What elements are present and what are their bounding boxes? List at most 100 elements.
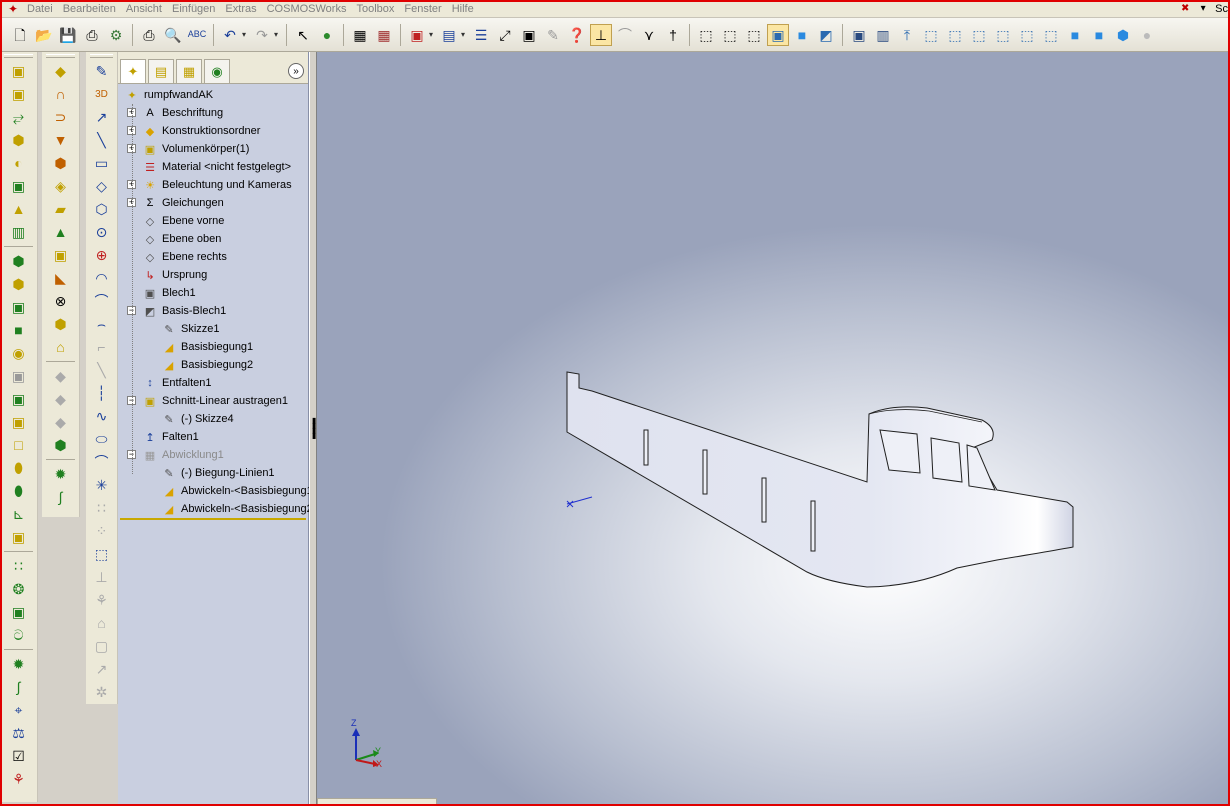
- dropdown-icon[interactable]: ▾: [1195, 2, 1211, 16]
- tile-icon[interactable]: ▦: [373, 24, 395, 46]
- zoom-fit-icon[interactable]: ⤢: [494, 24, 516, 46]
- tree-item[interactable]: ☰ Material <nicht festgelegt>: [118, 158, 308, 176]
- print-icon[interactable]: ⎙: [81, 24, 103, 46]
- zoom-preview-icon[interactable]: 🔍: [162, 24, 184, 46]
- shaded-edges-icon[interactable]: ▣: [767, 23, 789, 46]
- circular-pattern-icon[interactable]: ❂: [4, 578, 34, 600]
- shell-icon[interactable]: ▣: [4, 365, 34, 387]
- dimension-icon[interactable]: ⊥: [590, 23, 612, 46]
- tree-item[interactable]: + ▣ Volumenkörper(1): [118, 140, 308, 158]
- view-orientation-dropdown-icon[interactable]: ▾: [429, 30, 437, 39]
- extruded-boss-icon[interactable]: ▣: [4, 60, 34, 82]
- right-view-icon[interactable]: ⬚: [992, 24, 1014, 46]
- tree-item[interactable]: + ☀ Beleuchtung und Kameras: [118, 176, 308, 194]
- no-bends-icon[interactable]: ⊗: [46, 290, 76, 312]
- help-icon[interactable]: ❓: [566, 24, 588, 46]
- linear-pattern-icon[interactable]: ∷: [4, 555, 34, 577]
- hull-part[interactable]: [566, 371, 1074, 588]
- new-document-icon[interactable]: 🗋: [9, 24, 31, 46]
- tangent-arc-icon[interactable]: ⌒: [89, 290, 115, 312]
- rebuild-icon[interactable]: ●: [316, 24, 338, 46]
- fillet-sketch-icon[interactable]: ⌐: [89, 336, 115, 358]
- display-relations-icon[interactable]: ⚘: [89, 589, 115, 611]
- tree-item[interactable]: − ▦ Abwicklung1: [118, 446, 308, 464]
- chamfer-icon[interactable]: ▣: [4, 175, 34, 197]
- miter-flange-icon[interactable]: ⊃: [46, 106, 76, 128]
- smart-dimension-icon[interactable]: ↗: [89, 106, 115, 128]
- camera-icon[interactable]: ▣: [518, 24, 540, 46]
- undo-icon[interactable]: ↶: [219, 24, 241, 46]
- rollback-bar[interactable]: [120, 518, 306, 520]
- forming-tool-icon[interactable]: ▲: [46, 221, 76, 243]
- tree-item[interactable]: − ▣ Schnitt-Linear austragen1: [118, 392, 308, 410]
- flatten-icon[interactable]: ⬢: [46, 434, 76, 456]
- menu-toolbox[interactable]: Toolbox: [351, 0, 399, 18]
- save-icon[interactable]: 💾: [57, 24, 79, 46]
- front-view-icon[interactable]: ⬚: [920, 24, 942, 46]
- display-pane-icon[interactable]: ▤: [438, 24, 460, 46]
- curve-pattern-icon[interactable]: ට: [4, 624, 34, 646]
- hidden-lines-visible-icon[interactable]: ⬚: [719, 24, 741, 46]
- magnet-icon[interactable]: ⋎: [638, 24, 660, 46]
- splitter-handle-icon[interactable]: ▮ ▮ ▮ ▮: [312, 417, 316, 440]
- closed-corner-icon[interactable]: ▰: [46, 198, 76, 220]
- centerpoint-arc-icon[interactable]: ◠: [89, 267, 115, 289]
- menu-einfuegen[interactable]: Einfügen: [167, 0, 220, 18]
- polygon-icon[interactable]: ⬡: [89, 198, 115, 220]
- tree-item[interactable]: ✦ rumpfwandAK: [118, 86, 308, 104]
- flex-icon[interactable]: ⬮: [4, 457, 34, 479]
- indent-icon[interactable]: ⬮: [4, 480, 34, 502]
- construction-geometry-icon[interactable]: ⬚: [89, 543, 115, 565]
- normal-to-icon[interactable]: ▣: [848, 24, 870, 46]
- tree-item[interactable]: + A Beschriftung: [118, 104, 308, 122]
- hole-icon[interactable]: ◉: [4, 342, 34, 364]
- dome-icon[interactable]: ▲: [4, 198, 34, 220]
- spell-check-icon[interactable]: ABC: [186, 24, 208, 46]
- up-axis-icon[interactable]: ⤒: [896, 24, 918, 46]
- 3d-sketch-icon[interactable]: 3D: [89, 83, 115, 105]
- parallelogram-icon[interactable]: ◇: [89, 175, 115, 197]
- left-view-icon[interactable]: ⬚: [968, 24, 990, 46]
- unfold-icon[interactable]: ▣: [46, 244, 76, 266]
- top-view-icon[interactable]: ⬚: [1016, 24, 1038, 46]
- panel-splitter[interactable]: ▮ ▮ ▮ ▮: [309, 52, 317, 804]
- redo-dropdown-icon[interactable]: ▾: [274, 30, 282, 39]
- reference-point-icon[interactable]: ✹: [4, 653, 34, 675]
- sketched-bend-icon[interactable]: ◈: [46, 175, 76, 197]
- tree-item[interactable]: ✎ (-) Biegung-Linien1: [118, 464, 308, 482]
- toolbar-grip[interactable]: [4, 54, 33, 58]
- menu-ansicht[interactable]: Ansicht: [121, 0, 167, 18]
- jog-icon[interactable]: ⬢: [46, 152, 76, 174]
- configuration-tab[interactable]: ▦: [176, 59, 202, 83]
- curve-icon[interactable]: ∫: [46, 486, 76, 508]
- extend-icon[interactable]: ✲: [89, 681, 115, 703]
- view-orientation-icon[interactable]: ▣: [406, 24, 428, 46]
- dimetric-view-icon[interactable]: ⬢: [1112, 24, 1134, 46]
- partial-ellipse-icon[interactable]: ⌒: [89, 451, 115, 473]
- insert-bends-icon[interactable]: ⬢: [46, 313, 76, 335]
- draft-icon[interactable]: ▥: [4, 221, 34, 243]
- menu-datei[interactable]: Datei: [22, 0, 58, 18]
- tree-item[interactable]: − ◩ Basis-Blech1: [118, 302, 308, 320]
- cut-revolve-icon[interactable]: ⬢: [4, 273, 34, 295]
- options-icon[interactable]: ⚙: [105, 24, 127, 46]
- perimeter-circle-icon[interactable]: ⊕: [89, 244, 115, 266]
- revolved-boss-icon[interactable]: ▣: [4, 83, 34, 105]
- fold-icon[interactable]: ◣: [46, 267, 76, 289]
- sketch-point-icon[interactable]: ✳: [89, 474, 115, 496]
- bottom-view-icon[interactable]: ⬚: [1040, 24, 1062, 46]
- shaded-icon[interactable]: ■: [791, 24, 813, 46]
- hull-slot-1[interactable]: [643, 429, 649, 466]
- redo-icon[interactable]: ↷: [251, 24, 273, 46]
- grid-icon[interactable]: ▦: [349, 24, 371, 46]
- tree-item[interactable]: + ◆ Konstruktionsordner: [118, 122, 308, 140]
- help-search-icon[interactable]: ✖: [1177, 2, 1193, 16]
- tree-item[interactable]: ↳ Ursprung: [118, 266, 308, 284]
- perspective-icon[interactable]: ◩: [815, 24, 837, 46]
- back-view-icon[interactable]: ⬚: [944, 24, 966, 46]
- swept-boss-icon[interactable]: ⥂: [4, 106, 34, 128]
- curve-icon[interactable]: ⌒: [614, 24, 636, 46]
- wrap-icon[interactable]: ▣: [4, 411, 34, 433]
- cut-extrude-icon[interactable]: ⬢: [4, 250, 34, 272]
- edge-flange-icon[interactable]: ∩: [46, 83, 76, 105]
